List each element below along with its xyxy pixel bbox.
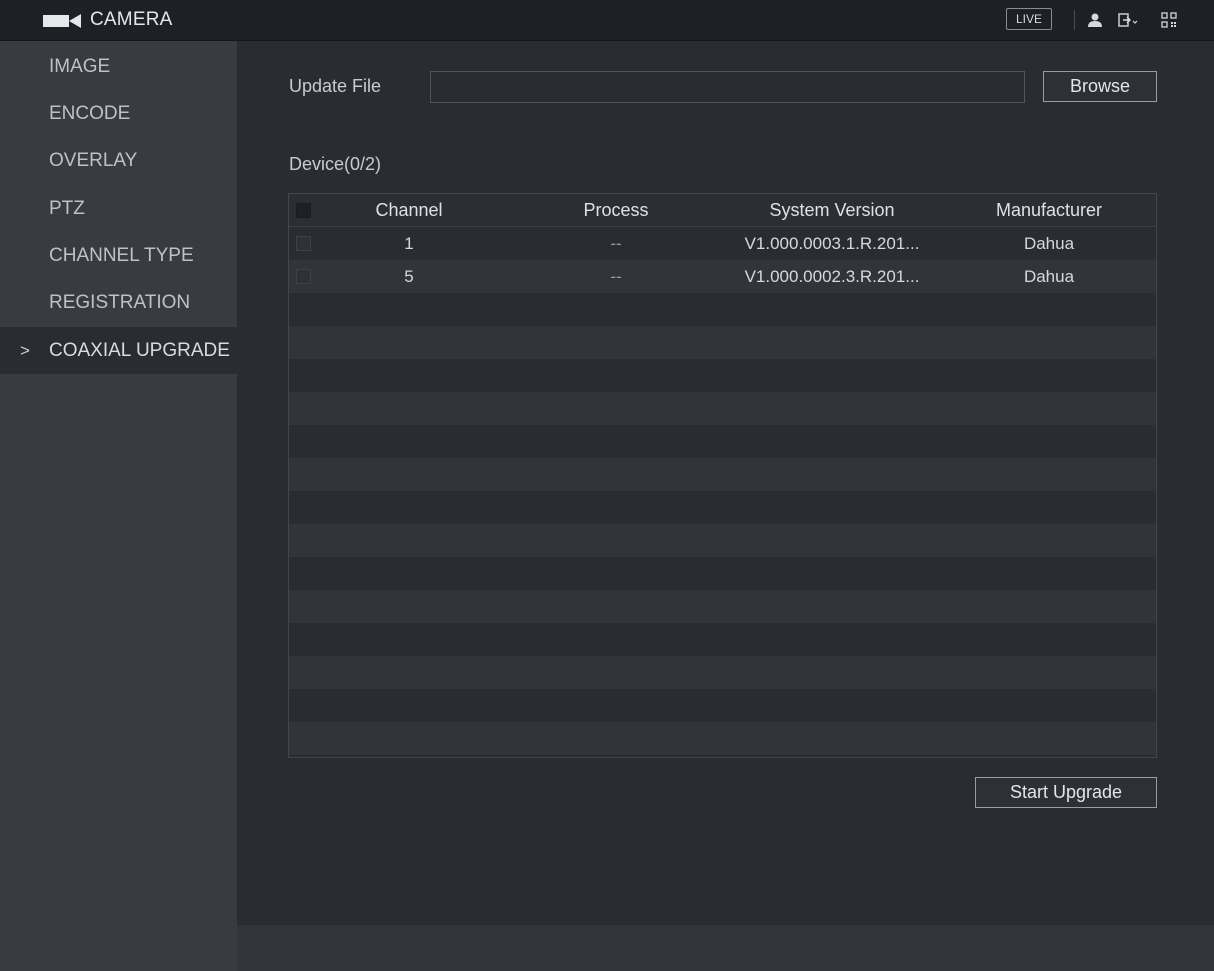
empty-row: [289, 656, 1156, 689]
sidebar-item-label: OVERLAY: [49, 150, 138, 171]
top-divider: [1074, 10, 1075, 30]
row-checkbox[interactable]: [296, 269, 311, 284]
camera-icon: [43, 14, 81, 28]
browse-button[interactable]: Browse: [1043, 71, 1157, 102]
table-row[interactable]: 5 -- V1.000.0002.3.R.201... Dahua: [289, 260, 1156, 293]
empty-row: [289, 491, 1156, 524]
user-icon[interactable]: [1087, 12, 1103, 28]
logout-icon[interactable]: [1118, 12, 1138, 28]
empty-row: [289, 722, 1156, 755]
empty-row: [289, 293, 1156, 326]
empty-row: [289, 458, 1156, 491]
sidebar-item-coaxial-upgrade[interactable]: > COAXIAL UPGRADE: [0, 327, 237, 374]
cell-channel: 5: [404, 267, 414, 286]
cell-process: --: [610, 234, 622, 253]
sidebar-item-label: IMAGE: [49, 56, 111, 77]
start-upgrade-button[interactable]: Start Upgrade: [975, 777, 1157, 808]
row-checkbox[interactable]: [296, 236, 311, 251]
top-bar: CAMERA LIVE: [0, 0, 1214, 41]
empty-row: [289, 425, 1156, 458]
sidebar-item-label: CHANNEL TYPE: [49, 245, 194, 266]
sidebar-item-registration[interactable]: REGISTRATION: [0, 279, 237, 326]
empty-row: [289, 326, 1156, 359]
empty-row: [289, 392, 1156, 425]
empty-row: [289, 557, 1156, 590]
device-table: Channel Process System Version Manufactu…: [288, 193, 1157, 758]
empty-row: [289, 623, 1156, 656]
cell-manufacturer: Dahua: [1023, 234, 1075, 253]
update-file-input[interactable]: [430, 71, 1025, 103]
cell-process: --: [610, 267, 622, 286]
sidebar-item-overlay[interactable]: OVERLAY: [0, 137, 237, 184]
sidebar-item-label: ENCODE: [49, 103, 131, 124]
column-header-channel: Channel: [375, 200, 443, 220]
main-panel: Update File Browse Device(0/2) Channel P…: [237, 41, 1214, 925]
sidebar-item-label: PTZ: [49, 198, 85, 219]
empty-row: [289, 359, 1156, 392]
update-file-label: Update File: [289, 76, 382, 96]
cell-manufacturer: Dahua: [1023, 267, 1075, 286]
select-all-checkbox[interactable]: [296, 203, 311, 218]
cell-system-version: V1.000.0002.3.R.201...: [744, 267, 920, 286]
empty-row: [289, 524, 1156, 557]
table-header: Channel Process System Version Manufactu…: [289, 194, 1156, 227]
column-header-manufacturer: Manufacturer: [995, 200, 1103, 220]
column-header-system-version: System Version: [769, 200, 895, 220]
live-button[interactable]: LIVE: [1006, 8, 1052, 30]
chevron-right-icon: >: [20, 341, 30, 360]
sidebar-item-channel-type[interactable]: CHANNEL TYPE: [0, 232, 237, 279]
footer-bar: [237, 925, 1214, 971]
sidebar: IMAGE ENCODE OVERLAY PTZ CHANNEL TYPE RE…: [0, 41, 237, 971]
sidebar-item-label: REGISTRATION: [49, 292, 191, 313]
empty-row: [289, 590, 1156, 623]
table-row[interactable]: 1 -- V1.000.0003.1.R.201... Dahua: [289, 227, 1156, 260]
sidebar-item-label: COAXIAL UPGRADE: [49, 340, 230, 361]
column-header-process: Process: [583, 200, 649, 220]
app-title: CAMERA: [90, 9, 173, 30]
cell-channel: 1: [404, 234, 414, 253]
sidebar-item-image[interactable]: IMAGE: [0, 43, 237, 90]
qr-code-icon[interactable]: [1161, 12, 1177, 28]
cell-system-version: V1.000.0003.1.R.201...: [744, 234, 920, 253]
device-count-label: Device(0/2): [289, 154, 382, 174]
sidebar-item-ptz[interactable]: PTZ: [0, 185, 237, 232]
sidebar-item-encode[interactable]: ENCODE: [0, 90, 237, 137]
empty-row: [289, 689, 1156, 722]
